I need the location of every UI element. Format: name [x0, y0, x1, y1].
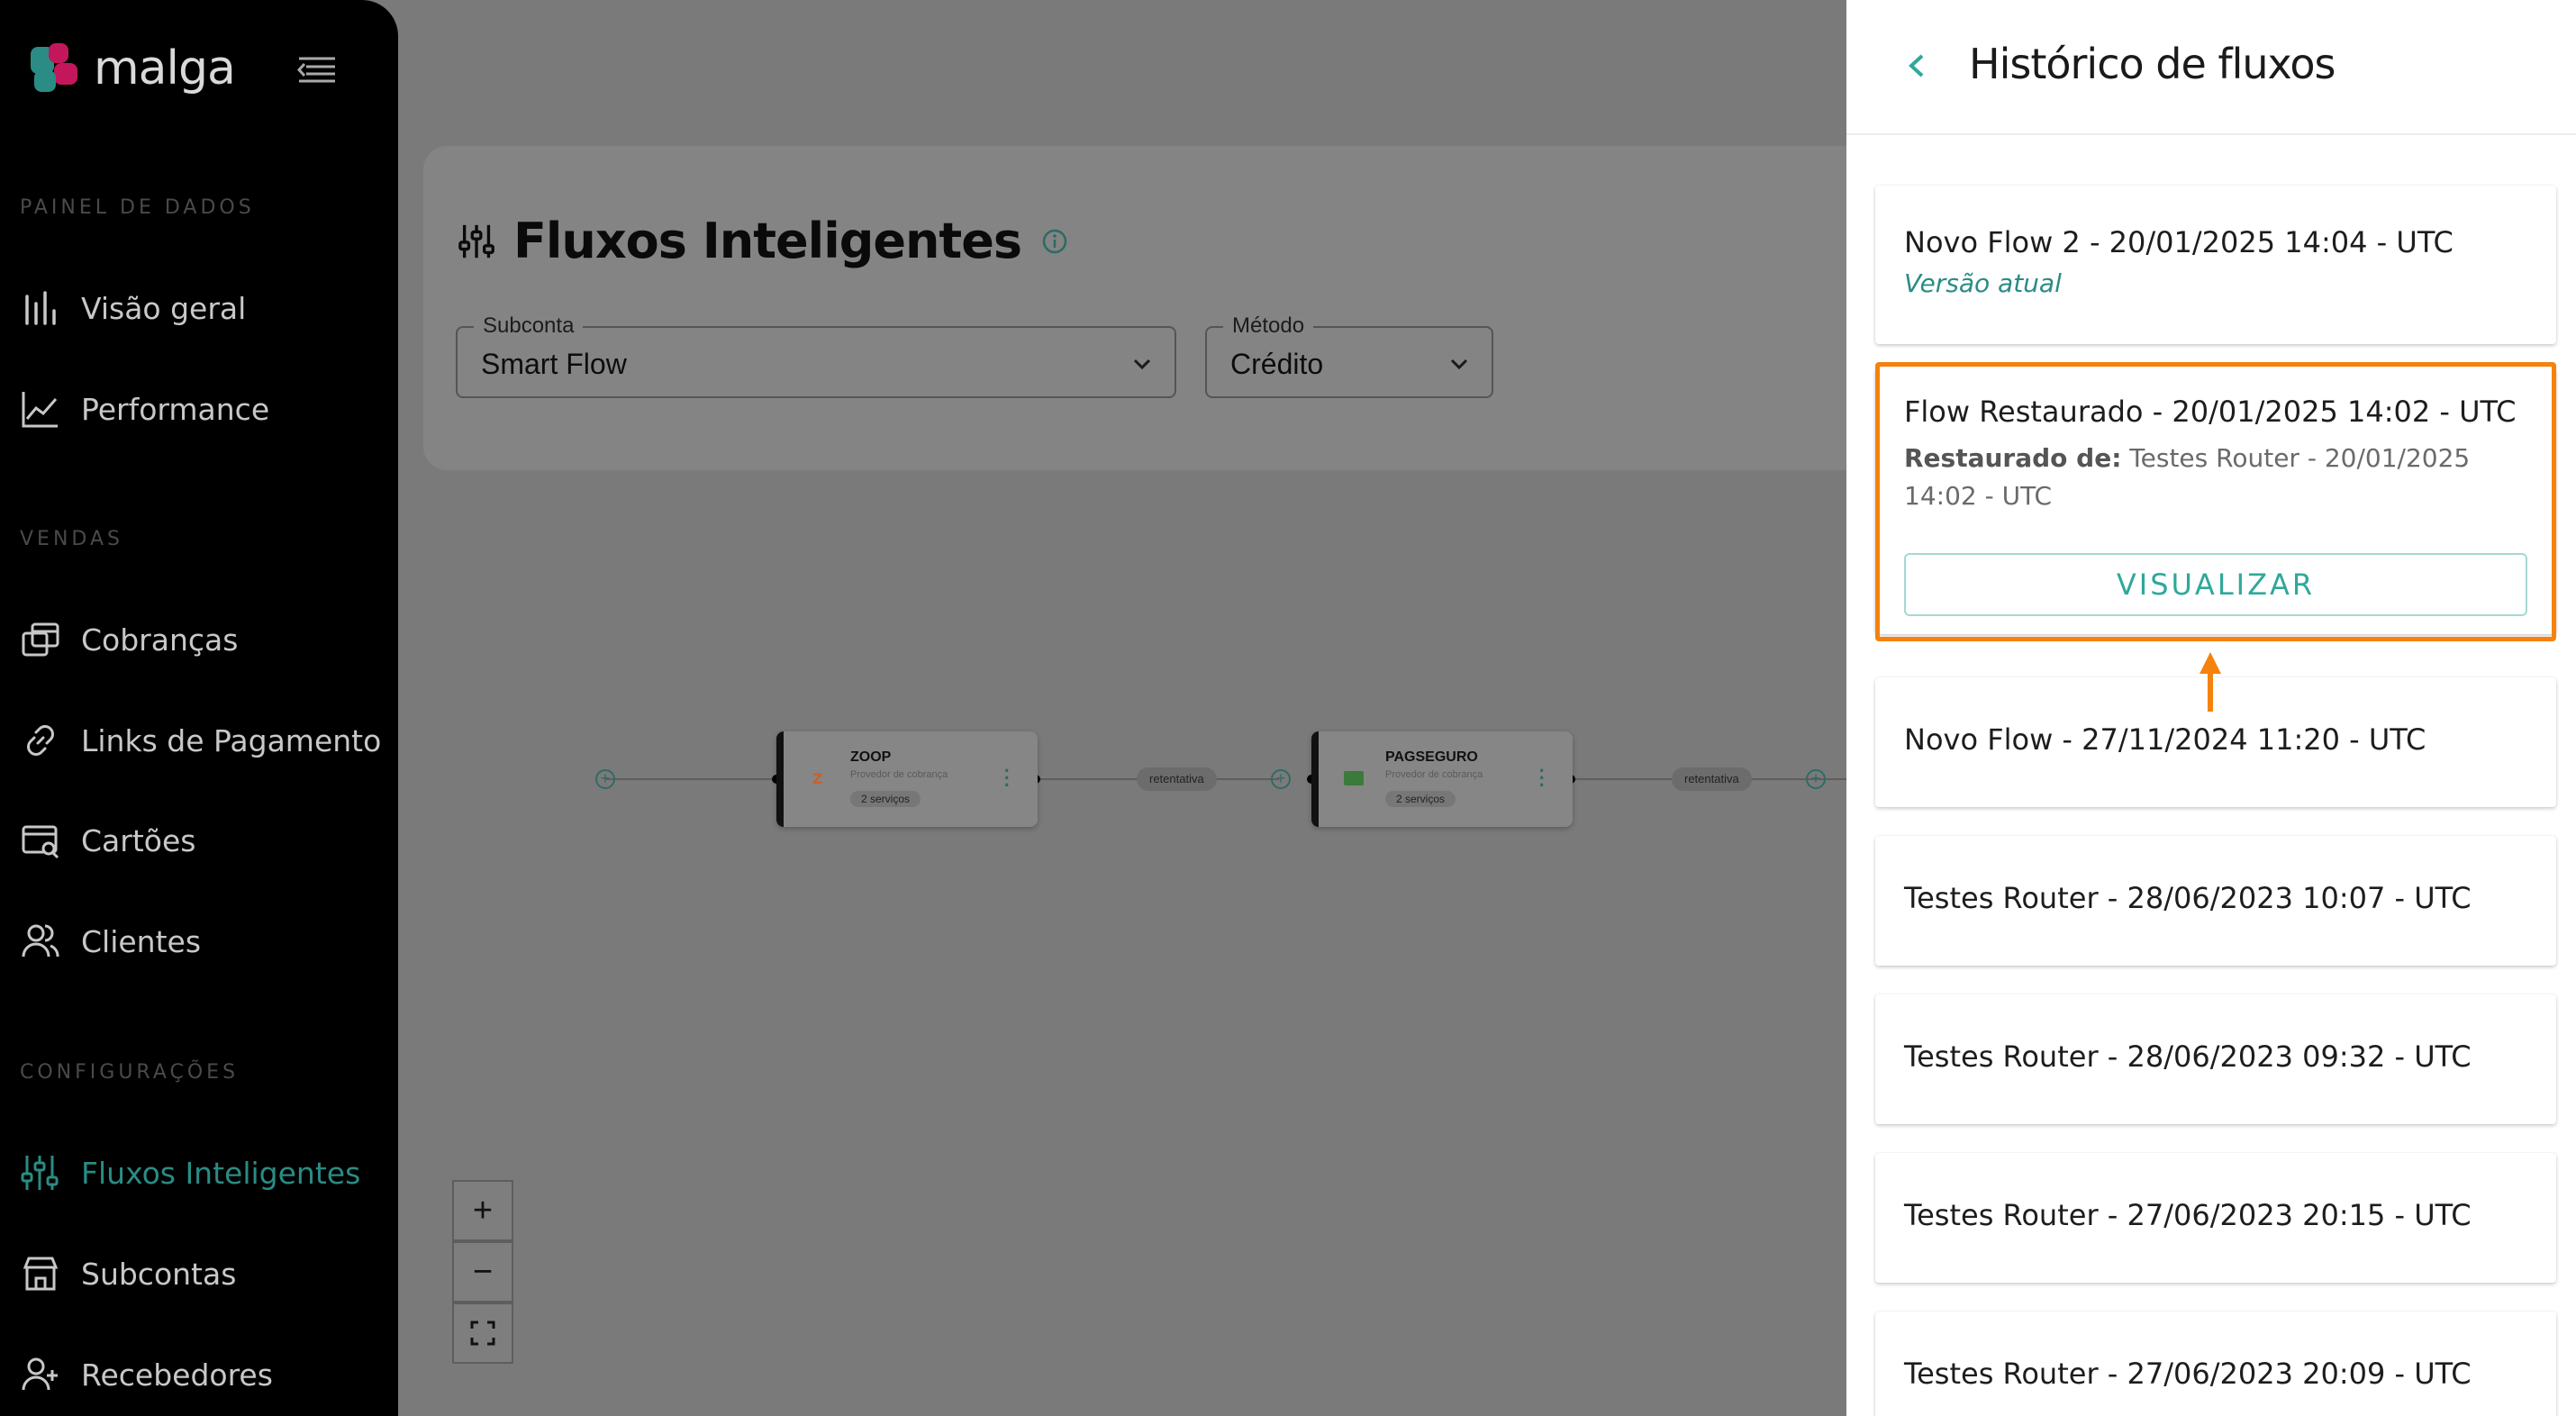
history-entry-title: Novo Flow 2 - 20/01/2025 14:04 - UTC [1904, 225, 2454, 259]
retentativa-label: retentativa [1672, 767, 1752, 791]
subconta-label: Subconta [474, 313, 584, 339]
restored-label: Restaurado de: [1904, 443, 2122, 473]
history-entry-restored[interactable]: Flow Restaurado - 20/01/2025 14:02 - UTC… [1875, 368, 2556, 634]
flow-connector [605, 778, 776, 780]
bar-chart-icon [25, 291, 56, 325]
sidebar-item-visao-geral[interactable]: Visão geral [20, 281, 246, 335]
users-icon [22, 924, 59, 958]
metodo-value: Crédito [1230, 348, 1324, 380]
history-entry-title: Testes Router - 28/06/2023 10:07 - UTC [1904, 881, 2472, 915]
section-vendas: VENDAS [20, 528, 123, 550]
sidebar-item-links[interactable]: Links de Pagamento [20, 713, 381, 767]
sidebar-item-subcontas[interactable]: Subcontas [20, 1247, 236, 1301]
sidebar-item-label: Cobranças [81, 622, 239, 658]
history-entry[interactable]: Novo Flow 2 - 20/01/2025 14:04 - UTC Ver… [1875, 186, 2556, 344]
sidebar-item-cartoes[interactable]: Cartões [20, 813, 195, 867]
info-icon[interactable] [1041, 228, 1068, 255]
section-painel: PAINEL DE DADOS [20, 196, 255, 219]
chevron-left-icon[interactable] [1902, 47, 1931, 85]
history-entry-title: Testes Router - 27/06/2023 20:09 - UTC [1904, 1357, 2472, 1391]
sidebar-item-label: Fluxos Inteligentes [81, 1155, 361, 1191]
flow-node-pagseguro[interactable]: PAGSEGURO Provedor de cobrança 2 serviço… [1311, 731, 1573, 827]
chevron-down-icon [1133, 359, 1151, 370]
zoop-logo-icon: Z [812, 770, 823, 787]
user-plus-icon [22, 1357, 58, 1391]
logo-text: malga [94, 41, 236, 95]
malga-logo[interactable]: malga [31, 41, 236, 95]
history-entry-title: Testes Router - 28/06/2023 09:32 - UTC [1904, 1039, 2472, 1074]
node-subtitle: Provedor de cobrança [850, 769, 948, 780]
current-version-label: Versão atual [1904, 268, 2062, 298]
sidebar-item-label: Links de Pagamento [81, 722, 382, 758]
sidebar-item-label: Cartões [81, 822, 196, 858]
more-vertical-icon[interactable]: · · · [1539, 761, 1546, 795]
link-icon [27, 725, 54, 756]
history-entry[interactable]: Testes Router - 28/06/2023 10:07 - UTC [1875, 836, 2556, 966]
sidebar-item-label: Visão geral [81, 290, 247, 326]
sliders-icon [21, 1156, 59, 1190]
sidebar-item-label: Performance [81, 391, 270, 427]
panel-header: Histórico de fluxos [1846, 0, 2576, 135]
history-entry[interactable]: Testes Router - 27/06/2023 20:09 - UTC [1875, 1312, 2556, 1416]
add-node-icon[interactable]: + [1806, 769, 1826, 789]
subconta-value: Smart Flow [481, 348, 627, 380]
zoom-in-button[interactable]: + [452, 1180, 513, 1241]
pagseguro-logo-icon [1344, 771, 1364, 785]
fullscreen-icon [470, 1321, 495, 1346]
sidebar-item-recebedores[interactable]: Recebedores [20, 1348, 273, 1402]
sidebar-item-label: Subcontas [81, 1256, 237, 1292]
sidebar-item-label: Clientes [81, 923, 202, 959]
zoom-out-button[interactable]: − [452, 1241, 513, 1303]
page-header: Fluxos Inteligentes [458, 213, 1068, 269]
sidebar-item-cobrancas[interactable]: Cobranças [20, 613, 238, 667]
more-vertical-icon[interactable]: · · · [1004, 761, 1011, 795]
metodo-label: Método [1223, 313, 1314, 339]
header-card [423, 146, 1955, 470]
node-badge: 2 serviços [1385, 791, 1456, 807]
node-title: ZOOP [850, 749, 892, 765]
malga-logo-icon [31, 43, 77, 92]
sidebar-item-performance[interactable]: Performance [20, 382, 269, 436]
store-icon [23, 1257, 59, 1291]
svg-text:Z: Z [812, 770, 823, 787]
retentativa-label: retentativa [1137, 767, 1217, 791]
fit-view-button[interactable] [452, 1303, 513, 1364]
history-entry[interactable]: Testes Router - 28/06/2023 09:32 - UTC [1875, 994, 2556, 1124]
node-subtitle: Provedor de cobrança [1385, 769, 1483, 780]
flow-node-zoop[interactable]: Z ZOOP Provedor de cobrança 2 serviços ·… [776, 731, 1038, 827]
arrow-up-icon [2200, 652, 2221, 712]
add-node-icon[interactable]: + [595, 769, 615, 789]
restored-from: Restaurado de: Testes Router - 20/01/202… [1904, 440, 2535, 515]
card-search-icon [22, 825, 59, 859]
subconta-select[interactable]: Subconta Smart Flow [456, 313, 1176, 398]
node-title: PAGSEGURO [1385, 749, 1478, 765]
panel-title: Histórico de fluxos [1969, 40, 2336, 88]
chevron-down-icon [1450, 359, 1468, 370]
history-entry-title: Novo Flow - 27/11/2024 11:20 - UTC [1904, 722, 2426, 757]
menu-collapse-icon[interactable] [297, 56, 337, 83]
charges-icon [22, 622, 59, 657]
add-node-icon[interactable]: + [1271, 769, 1291, 789]
sidebar-item-clientes[interactable]: Clientes [20, 914, 201, 968]
page-title: Fluxos Inteligentes [513, 213, 1022, 269]
sidebar: malga PAINEL DE DADOS Visão geral Perfor… [0, 0, 398, 1416]
history-entry-title: Flow Restaurado - 20/01/2025 14:02 - UTC [1904, 395, 2517, 429]
sidebar-item-label: Recebedores [81, 1357, 273, 1393]
section-configuracoes: CONFIGURAÇÕES [20, 1061, 240, 1084]
visualizar-button[interactable]: VISUALIZAR [1904, 553, 2527, 616]
history-entry[interactable]: Testes Router - 27/06/2023 20:15 - UTC [1875, 1153, 2556, 1283]
sidebar-item-fluxos[interactable]: Fluxos Inteligentes [20, 1146, 360, 1200]
metodo-select[interactable]: Método Crédito [1205, 313, 1493, 398]
sliders-icon [458, 224, 494, 258]
history-entry-title: Testes Router - 27/06/2023 20:15 - UTC [1904, 1198, 2472, 1232]
line-chart-icon [22, 392, 58, 428]
node-badge: 2 serviços [850, 791, 921, 807]
